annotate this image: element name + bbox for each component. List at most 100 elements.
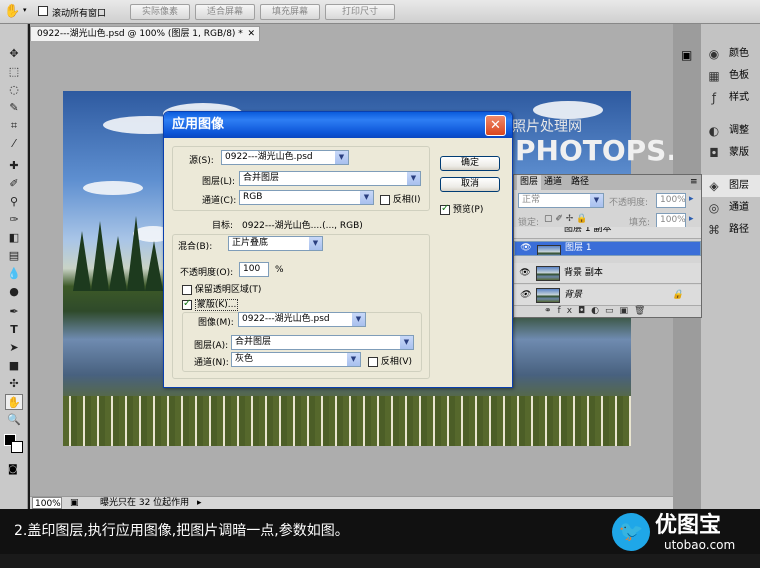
invert-checkbox[interactable]: 反相(I) <box>380 192 421 205</box>
mask-checkbox[interactable]: 蒙版(K)... <box>182 297 239 311</box>
fit-screen-button[interactable]: 适合屏幕 <box>195 4 255 20</box>
eraser-icon[interactable]: ◧ <box>5 230 23 246</box>
lock-icons[interactable]: ▢ ✐ ✢ 🔒 <box>544 214 587 224</box>
status-text: 曝光只在 32 位起作用 <box>100 498 190 508</box>
quick-select-icon[interactable]: ✎ <box>5 100 23 116</box>
clone-stamp-icon[interactable]: ⚲ <box>5 194 23 210</box>
history-brush-icon[interactable]: ✑ <box>5 212 23 228</box>
background-color-swatch[interactable] <box>11 441 23 453</box>
preview-checkbox[interactable]: 预览(P) <box>440 202 483 215</box>
shape-tool-icon[interactable]: ■ <box>5 358 23 374</box>
eye-icon[interactable]: 👁 <box>519 242 533 255</box>
pen-tool-icon[interactable]: ✒ <box>5 304 23 320</box>
blend-mode-select[interactable]: 正常 ▼ <box>518 193 604 208</box>
close-icon[interactable]: ✕ <box>247 27 255 41</box>
layers-footer-icons[interactable]: ⚭fx◘◐▭▣🗑 <box>514 306 701 317</box>
target-value: 0922---湖光山色....(..., RGB) <box>242 221 363 231</box>
mask-invert-checkbox[interactable]: 反相(V) <box>368 354 412 367</box>
layer-select[interactable]: 合并图层 ▼ <box>239 171 421 186</box>
channel-label: 通道(C): <box>202 196 237 206</box>
side-item-layers[interactable]: ◈ 图层 <box>701 175 760 197</box>
type-tool-icon[interactable]: T <box>5 322 23 338</box>
panel-icon[interactable]: ▣ <box>681 48 692 62</box>
eye-icon[interactable]: 👁 <box>518 285 532 306</box>
side-item-swatches[interactable]: ▦ 色板 <box>701 65 760 87</box>
document-tab[interactable]: 0922---湖光山色.psd @ 100% (图层 1, RGB/8) * ✕ <box>30 26 260 41</box>
side-item-masks[interactable]: ◘ 蒙版 <box>701 142 760 164</box>
hand-tool-icon[interactable]: ✋ <box>4 4 20 19</box>
side-item-channels[interactable]: ◎ 通道 <box>701 197 760 219</box>
caption-bar: 2.盖印图层,执行应用图像,把图片调暗一点,参数如图。 🐦 优图宝 utobao… <box>0 509 760 554</box>
panel-menu-icon[interactable]: ≡ <box>690 175 698 190</box>
layer-thumbnail <box>536 288 560 303</box>
tab-channels[interactable]: 通道 <box>544 175 562 190</box>
hand-tool-icon[interactable]: ✋ <box>5 394 23 410</box>
image-select[interactable]: 0922---湖光山色.psd ▼ <box>238 312 366 327</box>
close-icon[interactable]: ✕ <box>485 115 506 136</box>
blending-select[interactable]: 正片叠底 ▼ <box>228 236 323 251</box>
lasso-tool-icon[interactable]: ◌ <box>5 82 23 98</box>
eyedropper-icon[interactable]: ⁄ <box>5 136 23 152</box>
opacity-input[interactable]: 100 <box>239 262 269 277</box>
scroll-all-label: 滚动所有窗口 <box>52 9 107 19</box>
preserve-transparency-checkbox[interactable]: 保留透明区域(T) <box>182 282 261 295</box>
layer-row[interactable]: 👁 背景 副本 <box>514 263 701 284</box>
tab-paths[interactable]: 路径 <box>571 175 589 190</box>
chevron-right-icon[interactable]: ▸ <box>689 214 694 224</box>
mask-layer-select[interactable]: 合并图层 ▼ <box>231 335 414 350</box>
document-tab-title: 0922---湖光山色.psd @ 100% (图层 1, RGB/8) * <box>37 29 243 39</box>
zoom-field[interactable]: 100% <box>32 497 62 509</box>
status-info-icon[interactable]: ▣ <box>70 497 79 509</box>
logo-subtext: utobao.com <box>664 538 736 552</box>
layer-thumbnail <box>537 245 561 255</box>
cancel-button[interactable]: 取消 <box>440 177 500 192</box>
status-menu-icon[interactable]: ▸ <box>197 497 202 509</box>
layer-row[interactable]: 👁 背景 🔒 <box>514 285 701 306</box>
crop-tool-icon[interactable]: ⌗ <box>5 118 23 134</box>
move-tool-icon[interactable]: ✥ <box>5 46 23 62</box>
blur-tool-icon[interactable]: 💧 <box>5 266 23 282</box>
chevron-down-icon[interactable]: ▾ <box>23 6 27 14</box>
chevron-right-icon[interactable]: ▸ <box>689 194 694 204</box>
marquee-tool-icon[interactable]: ⬚ <box>5 64 23 80</box>
actual-pixels-button[interactable]: 实际像素 <box>130 4 190 20</box>
mask-layer-label: 图层(A): <box>194 341 229 351</box>
zoom-tool-icon[interactable]: 🔍 <box>5 412 23 428</box>
layer-row[interactable]: 👁 图层 1 <box>514 241 701 256</box>
path-select-icon[interactable]: ➤ <box>5 340 23 356</box>
apply-image-dialog: 应用图像 ✕ 源(S): 0922---湖光山色.psd ▼ 图层(L): 合并图… <box>163 111 513 388</box>
print-size-button[interactable]: 打印尺寸 <box>325 4 395 20</box>
masks-icon: ◘ <box>709 146 719 160</box>
side-item-color[interactable]: ◉ 颜色 <box>701 43 760 65</box>
eye-icon[interactable]: 👁 <box>518 263 532 284</box>
opacity-unit: % <box>275 265 284 275</box>
ok-button[interactable]: 确定 <box>440 156 500 171</box>
mask-channel-label: 通道(N): <box>194 358 229 368</box>
side-item-styles[interactable]: ƒ 样式 <box>701 87 760 109</box>
fill-screen-button[interactable]: 填充屏幕 <box>260 4 320 20</box>
mask-channel-select[interactable]: 灰色 ▼ <box>231 352 361 367</box>
dodge-tool-icon[interactable]: ● <box>5 284 23 300</box>
palette-icon: ◉ <box>708 47 720 61</box>
scroll-all-checkbox[interactable] <box>38 6 48 17</box>
3d-rotate-icon[interactable]: ✣ <box>5 376 23 392</box>
caption-text: 2.盖印图层,执行应用图像,把图片调暗一点,参数如图。 <box>14 523 349 539</box>
channel-select[interactable]: RGB ▼ <box>239 190 374 205</box>
source-select[interactable]: 0922---湖光山色.psd ▼ <box>221 150 349 165</box>
gradient-icon[interactable]: ▤ <box>5 248 23 264</box>
healing-brush-icon[interactable]: ✚ <box>5 158 23 174</box>
paths-icon: ⌘ <box>708 223 720 237</box>
brush-tool-icon[interactable]: ✐ <box>5 176 23 192</box>
quick-mask-icon[interactable]: ◙ <box>8 464 18 475</box>
opacity-input[interactable]: 100% <box>656 193 686 208</box>
adjustments-icon: ◐ <box>708 124 720 138</box>
styles-icon: ƒ <box>711 91 717 105</box>
side-item-paths[interactable]: ⌘ 路径 <box>701 219 760 241</box>
target-label: 目标: <box>212 221 234 231</box>
tab-layers[interactable]: 图层 <box>517 175 542 190</box>
layer-row[interactable]: 图层 1 副本 <box>514 227 701 239</box>
side-item-adjustments[interactable]: ◐ 调整 <box>701 120 760 142</box>
channels-icon: ◎ <box>708 201 720 215</box>
side-panel: ◉ 颜色 ▦ 色板 ƒ 样式 ◐ 调整 ◘ 蒙版 ◈ 图层 ◎ 通道 ⌘ 路径 <box>701 24 760 509</box>
fill-input[interactable]: 100% <box>656 213 686 228</box>
